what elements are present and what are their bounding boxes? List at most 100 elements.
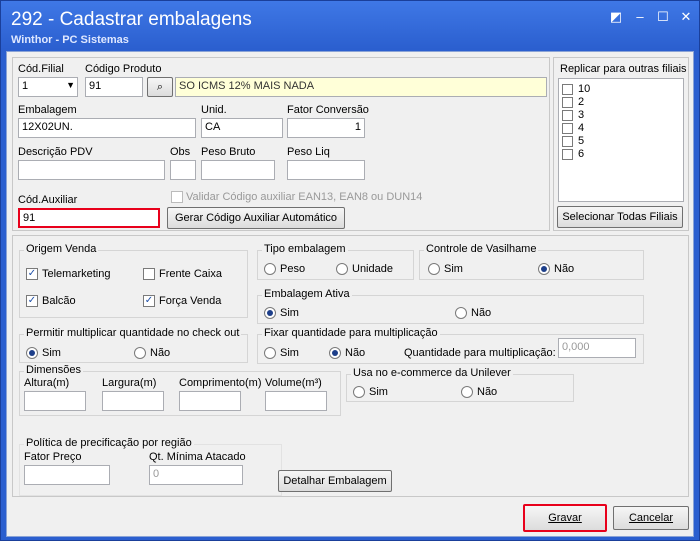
obs-label: Obs <box>170 146 191 158</box>
telemarketing-label: Telemarketing <box>42 268 111 280</box>
tipo-unidade-radio[interactable] <box>336 263 348 275</box>
balcao-checkbox[interactable]: ✓ <box>26 295 38 307</box>
filial-checkbox[interactable] <box>562 97 573 108</box>
tipo-peso-radio[interactable] <box>264 263 276 275</box>
fator-conversao-label: Fator Conversão <box>287 104 369 116</box>
qt-minima-label: Qt. Mínima Atacado <box>149 451 246 463</box>
filial-label: 10 <box>578 83 591 95</box>
fator-preco-label: Fator Preço <box>24 451 82 463</box>
filial-checkbox[interactable] <box>562 110 573 121</box>
largura-input[interactable] <box>102 391 164 411</box>
cancelar-button[interactable]: Cancelar <box>613 506 689 530</box>
fator-preco-input[interactable] <box>24 465 110 485</box>
close-icon[interactable]: ✕ <box>677 9 695 25</box>
altura-input[interactable] <box>24 391 86 411</box>
multiplicar-sim-radio[interactable] <box>26 347 38 359</box>
multiplicar-sim-label: Sim <box>42 347 61 359</box>
peso-liq-label: Peso Liq <box>287 146 330 158</box>
validar-ean-checkbox[interactable] <box>171 191 183 203</box>
vasilhame-sim-radio[interactable] <box>428 263 440 275</box>
filial-checkbox[interactable] <box>562 84 573 95</box>
replicar-panel: Replicar para outras filiais 10 2 3 4 5 6 Sel… <box>553 57 689 231</box>
fator-conversao-input[interactable]: 1 <box>287 118 365 138</box>
minimize-icon[interactable]: – <box>631 9 649 25</box>
tipo-embalagem-title: Tipo embalagem <box>262 243 348 255</box>
selecionar-todas-filiais-button[interactable]: Selecionar Todas Filiais <box>557 206 683 228</box>
unilever-sim-radio[interactable] <box>353 386 365 398</box>
dimensoes-group: Dimensões Altura(m) Largura(m) Comprimen… <box>19 364 341 416</box>
restore-icon[interactable]: ◩ <box>607 9 625 25</box>
filial-label: 4 <box>578 122 585 134</box>
filial-checkbox[interactable] <box>562 123 573 134</box>
telemarketing-checkbox[interactable]: ✓ <box>26 268 38 280</box>
tipo-peso-label: Peso <box>280 263 306 275</box>
frente-caixa-checkbox[interactable] <box>143 268 155 280</box>
cancelar-label: Cancelar <box>628 512 674 524</box>
vasilhame-nao-radio[interactable] <box>538 263 550 275</box>
chevron-down-icon: ▼ <box>66 80 75 90</box>
volume-label: Volume(m³) <box>265 377 322 389</box>
gerar-codigo-auxiliar-button[interactable]: Gerar Código Auxiliar Automático <box>167 207 345 229</box>
volume-input[interactable] <box>265 391 327 411</box>
fixar-nao-radio[interactable] <box>329 347 341 359</box>
filial-checkbox[interactable] <box>562 136 573 147</box>
ativa-nao-label: Não <box>471 307 492 319</box>
filial-checkbox[interactable] <box>562 149 573 160</box>
vasilhame-group: Controle de Vasilhame Sim Não <box>419 243 644 280</box>
obs-input[interactable] <box>170 160 196 180</box>
unilever-nao-radio[interactable] <box>461 386 473 398</box>
qt-minima-input[interactable]: 0 <box>149 465 243 485</box>
search-icon: ⌕ <box>156 81 164 93</box>
options-panel: Origem Venda ✓ Telemarketing Frente Caix… <box>12 235 689 497</box>
gravar-label: Gravar <box>548 512 582 524</box>
cod-produto-label: Código Produto <box>85 63 162 75</box>
produto-description: SO ICMS 12% MAIS NADA <box>175 77 547 97</box>
filiais-list[interactable]: 10 2 3 4 5 6 <box>558 78 684 202</box>
replicar-title: Replicar para outras filiais <box>560 63 687 75</box>
qtd-multiplicacao-label: Quantidade para multiplicação: <box>404 347 556 359</box>
balcao-label: Balcão <box>42 295 76 307</box>
cod-filial-select[interactable]: 1 ▼ <box>18 77 78 97</box>
filial-label: 2 <box>578 96 585 108</box>
search-product-button[interactable]: ⌕ <box>147 77 173 97</box>
filial-label: 3 <box>578 109 585 121</box>
descricao-pdv-input[interactable] <box>18 160 165 180</box>
ativa-sim-radio[interactable] <box>264 307 276 319</box>
title-bar[interactable]: 292 - Cadastrar embalagens Winthor - PC … <box>1 1 699 49</box>
maximize-icon[interactable]: ☐ <box>654 9 672 25</box>
tipo-unidade-label: Unidade <box>352 263 393 275</box>
unilever-nao-label: Não <box>477 386 498 398</box>
validar-ean-label: Validar Código auxiliar EAN13, EAN8 ou D… <box>186 191 423 203</box>
peso-bruto-input[interactable] <box>201 160 275 180</box>
filial-label: 5 <box>578 135 585 147</box>
fixar-sim-label: Sim <box>280 347 299 359</box>
altura-label: Altura(m) <box>24 377 70 389</box>
multiplicar-title: Permitir multiplicar quantidade no check… <box>24 327 242 339</box>
vasilhame-title: Controle de Vasilhame <box>424 243 539 255</box>
window-subtitle: Winthor - PC Sistemas <box>11 34 129 46</box>
origem-venda-title: Origem Venda <box>24 243 99 255</box>
tipo-embalagem-group: Tipo embalagem Peso Unidade <box>257 243 414 280</box>
ativa-nao-radio[interactable] <box>455 307 467 319</box>
precificacao-group: Política de precificação por região Fato… <box>19 437 282 496</box>
embalagem-input[interactable]: 12X02UN. <box>18 118 196 138</box>
multiplicar-nao-radio[interactable] <box>134 347 146 359</box>
comprimento-input[interactable] <box>179 391 241 411</box>
fixar-group: Fixar quantidade para multiplicação Sim … <box>257 327 644 364</box>
embalagem-ativa-title: Embalagem Ativa <box>262 288 352 300</box>
cod-produto-input[interactable]: 91 <box>85 77 143 97</box>
comprimento-label: Comprimento(m) <box>179 377 262 389</box>
qtd-multiplicacao-input[interactable]: 0,000 <box>558 338 636 358</box>
unid-input[interactable]: CA <box>201 118 283 138</box>
peso-liq-input[interactable] <box>287 160 365 180</box>
unilever-sim-label: Sim <box>369 386 388 398</box>
largura-label: Largura(m) <box>102 377 157 389</box>
forca-venda-checkbox[interactable]: ✓ <box>143 295 155 307</box>
unilever-group: Usa no e-commerce da Unilever Sim Não <box>346 367 574 402</box>
detalhar-embalagem-button[interactable]: Detalhar Embalagem <box>278 470 392 492</box>
cod-auxiliar-input[interactable]: 91 <box>18 208 160 228</box>
peso-bruto-label: Peso Bruto <box>201 146 256 158</box>
gravar-button[interactable]: Gravar <box>523 504 607 532</box>
window-title: 292 - Cadastrar embalagens <box>11 9 252 30</box>
fixar-sim-radio[interactable] <box>264 347 276 359</box>
